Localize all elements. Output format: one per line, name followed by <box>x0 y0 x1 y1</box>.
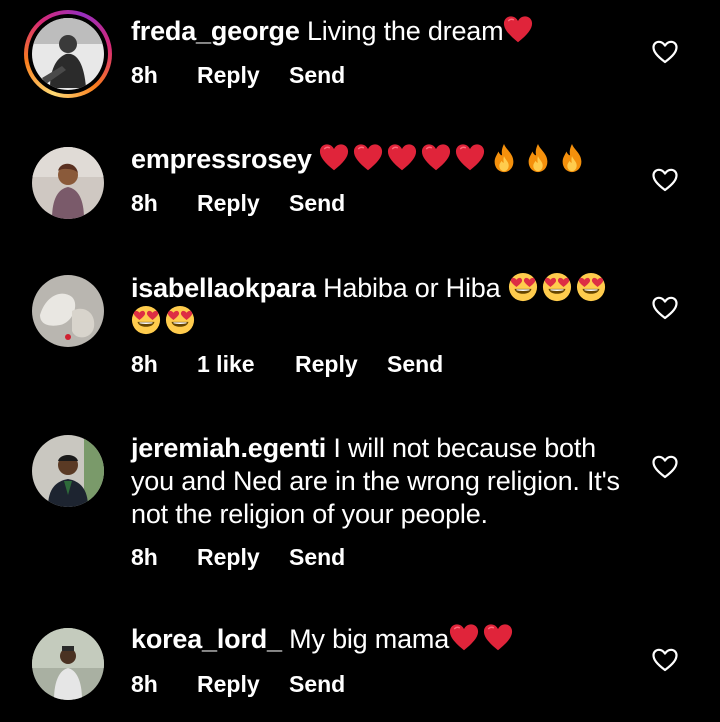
like-heart-icon[interactable] <box>652 168 678 192</box>
comment-username[interactable]: empressrosey <box>131 144 312 174</box>
heart-eyes-icon <box>576 272 606 302</box>
red-heart-icon <box>449 623 479 653</box>
comment-time: 8h <box>131 544 158 570</box>
comment-username[interactable]: korea_lord_ <box>131 624 282 654</box>
like-heart-icon[interactable] <box>652 648 678 672</box>
fire-icon <box>489 143 519 173</box>
avatar[interactable] <box>32 435 104 507</box>
comment-username[interactable]: jeremiah.egenti <box>131 433 326 463</box>
reply-button[interactable]: Reply <box>295 351 358 378</box>
comment-time: 8h <box>131 62 158 88</box>
red-heart-icon <box>455 143 485 173</box>
like-count[interactable]: 1 like <box>197 351 255 378</box>
heart-eyes-icon <box>131 305 161 335</box>
send-button[interactable]: Send <box>289 62 345 89</box>
avatar[interactable] <box>32 628 104 700</box>
avatar <box>32 18 104 90</box>
send-button[interactable]: Send <box>289 190 345 217</box>
send-button[interactable]: Send <box>289 544 345 571</box>
avatar[interactable] <box>32 147 104 219</box>
comment-username[interactable]: isabellaokpara <box>131 273 316 303</box>
reply-button[interactable]: Reply <box>197 671 260 698</box>
comment-time: 8h <box>131 671 158 697</box>
heart-eyes-icon <box>165 305 195 335</box>
red-heart-icon <box>319 143 349 173</box>
fire-icon <box>523 143 553 173</box>
comment-text: Habiba or Hiba <box>315 273 508 303</box>
comment-text: My big mama <box>281 624 450 654</box>
red-heart-icon <box>483 623 513 653</box>
reply-button[interactable]: Reply <box>197 544 260 571</box>
heart-eyes-icon <box>542 272 572 302</box>
reply-button[interactable]: Reply <box>197 190 260 217</box>
like-heart-icon[interactable] <box>652 455 678 479</box>
red-heart-icon <box>503 15 533 45</box>
like-heart-icon[interactable] <box>652 296 678 320</box>
red-heart-icon <box>421 143 451 173</box>
red-heart-icon <box>353 143 383 173</box>
fire-icon <box>557 143 587 173</box>
comment-text <box>312 144 319 174</box>
comment-time: 8h <box>131 190 158 216</box>
comment-time: 8h <box>131 351 158 377</box>
heart-eyes-icon <box>508 272 538 302</box>
reply-button[interactable]: Reply <box>197 62 260 89</box>
avatar-story-ring[interactable] <box>24 10 112 98</box>
red-heart-icon <box>387 143 417 173</box>
avatar[interactable] <box>32 275 104 347</box>
like-heart-icon[interactable] <box>652 40 678 64</box>
send-button[interactable]: Send <box>387 351 443 378</box>
comment-username[interactable]: freda_george <box>131 16 300 46</box>
send-button[interactable]: Send <box>289 671 345 698</box>
comment-text: Living the dream <box>299 16 504 46</box>
